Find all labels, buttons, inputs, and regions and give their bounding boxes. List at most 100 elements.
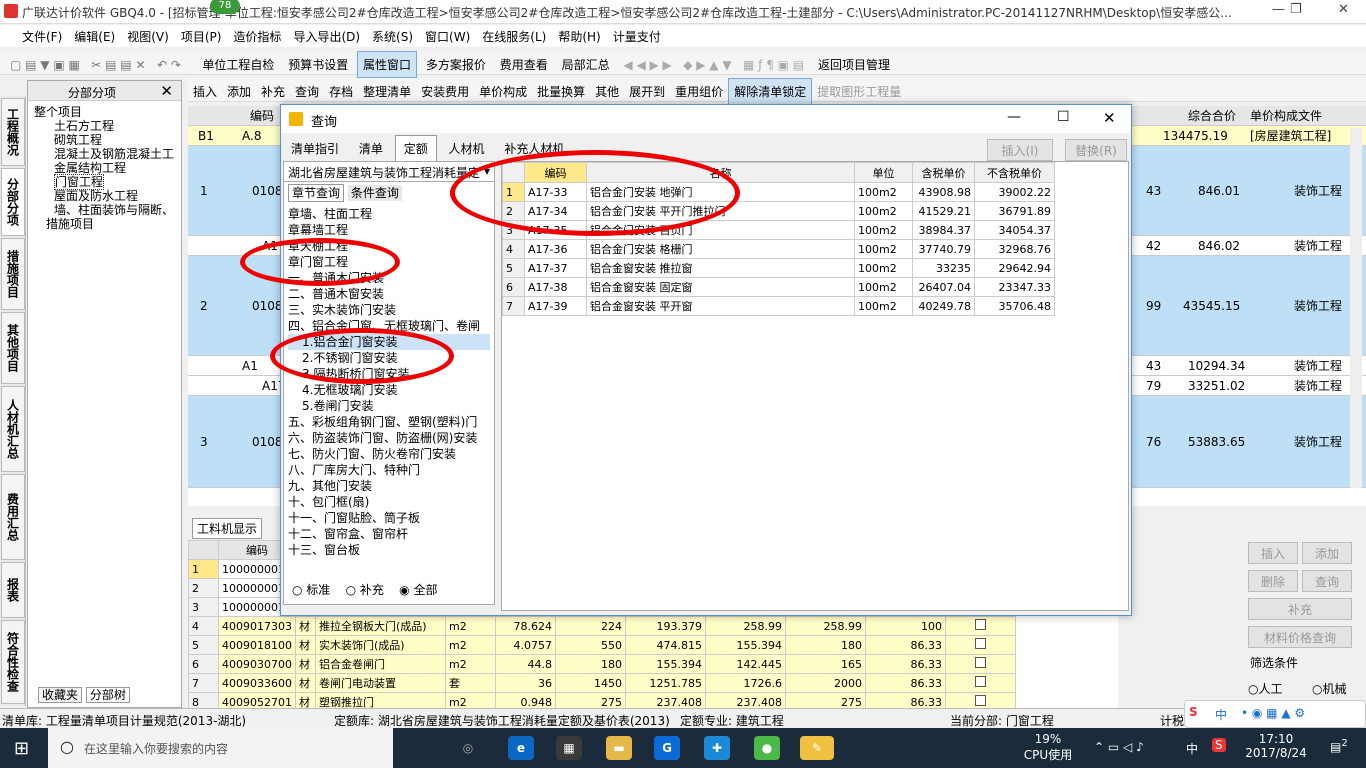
gbq-taskbar-icon[interactable]: ✎ xyxy=(800,736,834,760)
chapter-tree-item[interactable]: 四、铝合金门窗、无框玻璃门、卷闸 xyxy=(288,318,490,334)
folder-icon[interactable]: ▬ xyxy=(606,736,632,760)
archive-button[interactable]: 存档 xyxy=(324,79,358,104)
quota-row[interactable]: 4 A17-36 铝合金门安装 格栅门 100m2 37740.79 32968.76 xyxy=(502,239,1055,259)
menu-payment[interactable]: 计量支付 xyxy=(607,25,667,48)
material-price-query-button[interactable]: 材料价格查询 xyxy=(1248,626,1352,648)
chapter-tree-item[interactable]: 一、普通木门安装 xyxy=(288,270,490,286)
glodon-icon[interactable]: G xyxy=(654,736,680,760)
cortana-icon[interactable]: ◎ xyxy=(455,736,481,760)
menu-import-export[interactable]: 导入导出(D) xyxy=(287,25,366,48)
tab-overview[interactable]: 工程概况 xyxy=(1,98,25,166)
chapter-tree-item[interactable]: 三、实木装饰门安装 xyxy=(288,302,490,318)
query-button[interactable]: 查询 xyxy=(1302,570,1352,592)
menu-online[interactable]: 在线服务(L) xyxy=(476,25,552,48)
tidy-list-button[interactable]: 整理清单 xyxy=(358,79,416,104)
tray-icons[interactable]: ⌃ ▭ ◁ ♪ xyxy=(1094,740,1144,754)
tree-item[interactable]: 土石方工程 xyxy=(34,119,181,133)
resource-row[interactable]: 5 4009018100 材实木装饰门(成品) m2 4.0757 550 474.815 1… xyxy=(188,635,1016,655)
tab-favorites[interactable]: 收藏夹 xyxy=(38,687,83,703)
tab-labor-display[interactable]: 工料机显示 xyxy=(192,518,263,539)
chapter-tree-item[interactable]: 十二、窗帘盒、窗帘杆 xyxy=(288,526,490,542)
checkbox[interactable] xyxy=(945,673,1016,693)
chapter-tree-item[interactable]: 章门窗工程 xyxy=(288,254,490,270)
menu-project[interactable]: 项目(P) xyxy=(175,25,228,48)
tree-item[interactable]: 整个项目 xyxy=(34,105,181,119)
tab-labor[interactable]: 人材机 xyxy=(441,136,493,161)
edge-icon[interactable]: e xyxy=(508,736,534,760)
chapter-tree-item[interactable]: 4.无框玻璃门安装 xyxy=(288,382,490,398)
resource-row[interactable]: 4 4009017303 材推拉全钢板大门(成品) m2 78.624 224 193.37… xyxy=(188,616,1016,636)
minimize-icon[interactable]: — xyxy=(1007,109,1021,125)
tab-quota[interactable]: 定额 xyxy=(394,135,437,162)
filter-machine-radio[interactable]: ○机械 xyxy=(1312,680,1347,697)
add-button[interactable]: 添加 xyxy=(1302,542,1352,564)
tab-fee-summary[interactable]: 费用汇总 xyxy=(1,474,25,560)
unlock-button[interactable]: 解除清单锁定 xyxy=(728,78,813,105)
chapter-tree-item[interactable]: 九、其他门安装 xyxy=(288,478,490,494)
supplement-button[interactable]: 补充 xyxy=(1248,598,1352,620)
resource-row[interactable]: 6 4009030700 材铝合金卷闸门 m2 44.8 180 155.394 142.44… xyxy=(188,654,1016,674)
tree-item[interactable]: 砌筑工程 xyxy=(34,133,181,147)
close-icon[interactable]: ✕ xyxy=(160,82,173,100)
insert-button[interactable]: 插入 xyxy=(188,79,222,104)
unit-price-button[interactable]: 单价构成 xyxy=(474,79,532,104)
quota-row[interactable]: 7 A17-39 铝合金窗安装 平开窗 100m2 40249.78 35706.48 xyxy=(502,296,1055,316)
attr-window-button[interactable]: 属性窗口 xyxy=(357,51,418,78)
chapter-tree-item[interactable]: 十一、门窗贴脸、筒子板 xyxy=(288,510,490,526)
tab-labor-summary[interactable]: 人材机汇总 xyxy=(1,386,25,472)
menu-file[interactable]: 文件(F) xyxy=(0,25,68,48)
radio-all[interactable]: ◉ 全部 xyxy=(399,583,437,597)
install-fee-button[interactable]: 安装费用 xyxy=(416,79,474,104)
local-summary-checkbox[interactable]: 局部汇总 xyxy=(557,52,615,77)
file-icons[interactable]: ▢ ▤ ▼ ▣ ▦ ✂ ▤ ▤ ✕ ↶ ↷ xyxy=(0,54,194,76)
radio-standard[interactable]: ○ 标准 xyxy=(292,583,330,597)
nav-arrows-icon[interactable]: ◀ ◀ ▶ ▶ ◆ ▶ ▲ ▼ ▦ ƒ ¶ ▣ ▤ xyxy=(618,54,809,76)
close-icon[interactable]: ✕ xyxy=(1103,109,1116,127)
expand-button[interactable]: 展开到 xyxy=(624,79,670,104)
taskbar-search[interactable]: ○ 在这里输入你要搜索的内容 xyxy=(48,728,393,768)
store-icon[interactable]: ▦ xyxy=(556,736,582,760)
ime-toolbar[interactable]: S 中 • ◉ ▦ ▲ ⚙ xyxy=(1184,700,1366,728)
tree-item[interactable]: 混凝土及钢筋混凝土工 xyxy=(34,147,181,161)
menu-help[interactable]: 帮助(H) xyxy=(552,25,606,48)
tree-item[interactable]: 屋面及防水工程 xyxy=(34,189,181,203)
multi-plan-button[interactable]: 多方案报价 xyxy=(421,52,491,77)
other-button[interactable]: 其他 xyxy=(590,79,624,104)
chapter-tree-item[interactable]: 六、防盗装饰门窗、防盗栅(网)安装 xyxy=(288,430,490,446)
menu-window[interactable]: 窗口(W) xyxy=(419,25,476,48)
maximize-icon[interactable]: ☐ xyxy=(1057,109,1070,125)
grid-scrollbar[interactable] xyxy=(1350,128,1362,488)
chapter-tree-item[interactable]: 八、厂库房大门、特种门 xyxy=(288,462,490,478)
checkbox[interactable] xyxy=(945,616,1016,636)
tab-condition-query[interactable]: 条件查询 xyxy=(347,185,402,201)
delete-button[interactable]: 删除 xyxy=(1248,570,1298,592)
filter-labor-radio[interactable]: ○人工 xyxy=(1248,680,1283,697)
tab-measures[interactable]: 措施项目 xyxy=(1,238,25,310)
ime-indicator[interactable]: 中 xyxy=(1186,740,1198,757)
tab-sections[interactable]: 分部分项 xyxy=(1,168,25,236)
quota-row[interactable]: 6 A17-38 铝合金窗安装 固定窗 100m2 26407.04 23347.33 xyxy=(502,277,1055,297)
clock[interactable]: 17:10 2017/8/24 xyxy=(1236,732,1316,760)
tab-section-tree[interactable]: 分部树 xyxy=(85,687,130,703)
tab-other[interactable]: 其他项目 xyxy=(1,312,25,384)
quota-row[interactable]: 1 A17-33 铝合金门安装 地弹门 100m2 43908.98 39002.22 xyxy=(502,182,1055,202)
tree-item-selected[interactable]: 门窗工程 xyxy=(54,174,105,190)
reuse-button[interactable]: 重用组价 xyxy=(670,79,728,104)
fee-view-button[interactable]: 费用查看 xyxy=(495,52,553,77)
app-icon[interactable]: ✚ xyxy=(704,736,730,760)
menu-edit[interactable]: 编辑(E) xyxy=(68,25,121,48)
close-icon[interactable]: ✕ xyxy=(1338,2,1349,17)
tab-reports[interactable]: 报表 xyxy=(1,562,25,618)
browser-icon[interactable]: ● xyxy=(754,736,780,760)
tree-item[interactable]: 金属结构工程 xyxy=(34,161,181,175)
insert-button[interactable]: 插入 xyxy=(1248,542,1298,564)
menu-index[interactable]: 造价指标 xyxy=(227,25,287,48)
menu-system[interactable]: 系统(S) xyxy=(366,25,419,48)
quota-row[interactable]: 5 A17-37 铝合金窗安装 推拉窗 100m2 33235 29642.94 xyxy=(502,258,1055,278)
tab-compliance[interactable]: 符合性检查 xyxy=(1,620,25,704)
extract-button[interactable]: 提取图形工程量 xyxy=(812,79,906,104)
chapter-tree-item[interactable]: 十、包门框(扇) xyxy=(288,494,490,510)
tab-list-guide[interactable]: 清单指引 xyxy=(283,136,347,161)
query-button[interactable]: 查询 xyxy=(290,79,324,104)
add-button[interactable]: 添加 xyxy=(222,79,256,104)
